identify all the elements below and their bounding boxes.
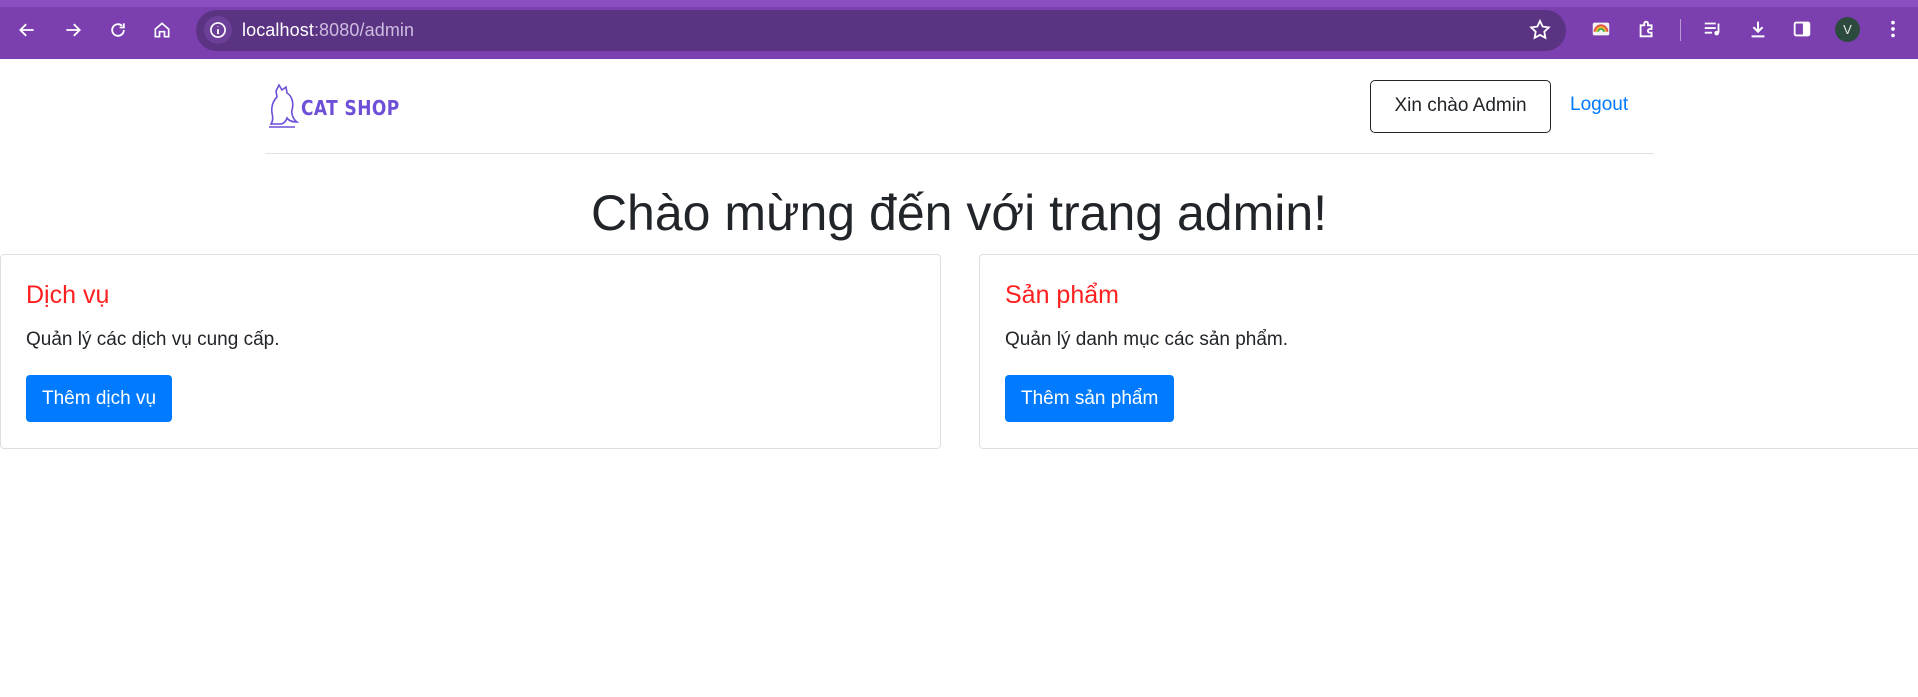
brand-name: CAT SHOP xyxy=(301,96,400,120)
side-panel-button[interactable] xyxy=(1789,16,1815,42)
menu-icon xyxy=(1891,20,1895,38)
reload-icon xyxy=(111,23,125,37)
home-button[interactable] xyxy=(146,14,178,46)
media-icon xyxy=(1704,22,1720,36)
toolbar-divider xyxy=(1680,19,1681,41)
star-icon[interactable] xyxy=(1528,18,1552,42)
card-title: Dịch vụ xyxy=(26,281,110,309)
forward-button[interactable] xyxy=(57,14,89,46)
chrome-menu-button[interactable] xyxy=(1880,16,1906,42)
extensions-button[interactable] xyxy=(1634,16,1660,42)
url-text[interactable]: localhost:8080/admin xyxy=(242,20,414,41)
side-panel-icon xyxy=(1793,21,1811,37)
color-extension-icon xyxy=(1592,22,1610,36)
address-bar[interactable]: localhost:8080/admin xyxy=(196,10,1566,51)
home-icon xyxy=(154,22,170,38)
site-header: CAT SHOP Xin chào Admin Logout xyxy=(265,59,1654,154)
products-card: Sản phẩm Quản lý danh mục các sản phẩm. … xyxy=(979,254,1918,449)
greeting-button[interactable]: Xin chào Admin xyxy=(1370,80,1551,133)
back-button[interactable] xyxy=(11,14,43,46)
card-text: Quản lý các dịch vụ cung cấp. xyxy=(26,329,280,350)
add-service-button[interactable]: Thêm dịch vụ xyxy=(26,375,173,422)
url-path: :8080/admin xyxy=(313,20,415,40)
profile-avatar[interactable]: V xyxy=(1835,17,1860,42)
card-text: Quản lý danh mục các sản phẩm. xyxy=(1005,329,1289,350)
back-icon xyxy=(19,23,34,37)
add-product-button[interactable]: Thêm sản phẩm xyxy=(1005,375,1175,422)
reload-button[interactable] xyxy=(102,14,134,46)
services-card: Dịch vụ Quản lý các dịch vụ cung cấp. Th… xyxy=(0,254,941,449)
card-title: Sản phẩm xyxy=(1005,281,1119,309)
cat-logo-icon xyxy=(269,83,299,128)
download-icon xyxy=(1751,21,1765,38)
media-button[interactable] xyxy=(1700,16,1726,42)
brand-logo[interactable]: CAT SHOP xyxy=(265,81,417,135)
download-button[interactable] xyxy=(1745,16,1771,42)
site-info-icon[interactable] xyxy=(204,16,232,44)
page-title: Chào mừng đến với trang admin! xyxy=(590,185,1328,241)
logout-link[interactable]: Logout xyxy=(1570,94,1628,116)
forward-icon xyxy=(66,23,81,37)
extensions-icon xyxy=(1639,20,1653,38)
url-host: localhost xyxy=(242,20,314,40)
color-extension-button[interactable] xyxy=(1588,16,1614,42)
browser-toolbar: localhost:8080/admin V xyxy=(0,0,1918,59)
tab-strip xyxy=(0,0,1918,7)
